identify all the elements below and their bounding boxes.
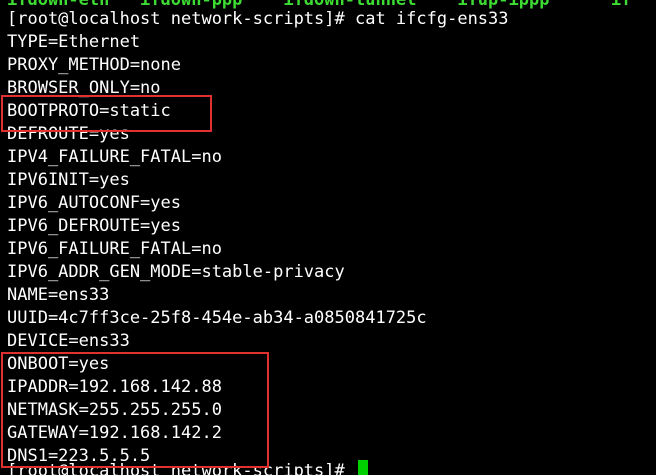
config-line-uuid: UUID=4c7ff3ce-25f8-454e-ab34-a0850841725… bbox=[7, 308, 427, 328]
bottom-prompt-line[interactable]: [root@localhost network-scripts]# bbox=[7, 460, 368, 475]
config-line-defroute: DEFROUTE=yes bbox=[7, 124, 130, 144]
config-line-ipv6-autoconf: IPV6_AUTOCONF=yes bbox=[7, 193, 181, 213]
config-line-device: DEVICE=ens33 bbox=[7, 331, 130, 351]
config-line-type: TYPE=Ethernet bbox=[7, 32, 141, 52]
terminal-window[interactable]: ifdown-eth ifdown-ppp ifdown-tunnel ifup… bbox=[0, 0, 656, 475]
config-line-gateway: GATEWAY=192.168.142.2 bbox=[7, 423, 222, 443]
config-line-ipaddr: IPADDR=192.168.142.88 bbox=[7, 377, 222, 397]
config-line-proxy-method: PROXY_METHOD=none bbox=[7, 55, 181, 75]
config-line-netmask: NETMASK=255.255.255.0 bbox=[7, 400, 222, 420]
config-line-ipv6-defroute: IPV6_DEFROUTE=yes bbox=[7, 216, 181, 236]
cursor-block bbox=[358, 460, 368, 475]
config-line-ipv6-addr-gen-mode: IPV6_ADDR_GEN_MODE=stable-privacy bbox=[7, 262, 345, 282]
config-line-bootproto: BOOTPROTO=static bbox=[7, 101, 171, 121]
config-line-ipv6init: IPV6INIT=yes bbox=[7, 170, 130, 190]
config-line-onboot: ONBOOT=yes bbox=[7, 354, 110, 374]
config-line-ipv4-failure-fatal: IPV4_FAILURE_FATAL=no bbox=[7, 147, 222, 167]
config-line-ipv6-failure-fatal: IPV6_FAILURE_FATAL=no bbox=[7, 239, 222, 259]
config-line-browser-only: BROWSER_ONLY=no bbox=[7, 78, 161, 98]
bottom-prompt-text: [root@localhost network-scripts]# bbox=[7, 461, 355, 475]
prompt-command-line: [root@localhost network-scripts]# cat if… bbox=[7, 9, 509, 29]
config-line-name: NAME=ens33 bbox=[7, 285, 110, 305]
